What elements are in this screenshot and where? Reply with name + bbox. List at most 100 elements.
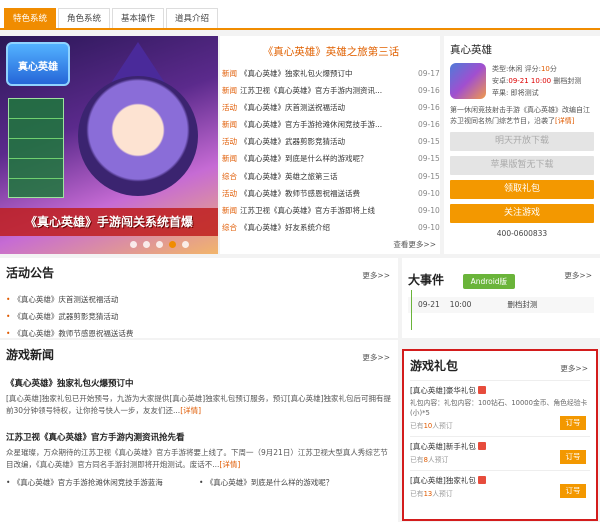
gift-icon: [477, 386, 486, 394]
banner-level-menu-art: [8, 98, 64, 198]
list-item[interactable]: • 《真心英雄》庆首测送祝福活动: [6, 291, 202, 308]
gift-row: [真心英雄]独家礼包 已有13人预订 订号: [410, 470, 590, 498]
news-article-title[interactable]: 《真心英雄》独家礼包火爆预订中: [6, 377, 392, 389]
big-event-more-link[interactable]: 更多>>: [564, 270, 592, 281]
tab-characters[interactable]: 角色系统: [58, 8, 111, 28]
list-item[interactable]: • 《真心英雄》官方手游抢滩休闲竞技手游蓝海: [6, 477, 199, 488]
gift-row: [真心英雄]新手礼包 已有8人预订 订号: [410, 436, 590, 464]
tab-bar: 特色系统 角色系统 基本操作 道具介绍: [4, 8, 220, 28]
news-title[interactable]: 《真心英雄》官方手游抢滩休闲竞技手游...: [240, 116, 418, 133]
tab-basic-ops[interactable]: 基本操作: [112, 8, 165, 28]
claim-gift-button[interactable]: 领取礼包: [450, 180, 594, 199]
game-title: 真心英雄: [450, 44, 492, 56]
game-news-more-link[interactable]: 更多>>: [362, 352, 390, 363]
news-date: 09-15: [418, 171, 440, 181]
news-row[interactable]: 活动 《真心英雄》庆首测送祝福活动 09-16: [222, 99, 440, 116]
reserve-button[interactable]: 订号: [560, 416, 586, 430]
tab-items[interactable]: 道具介绍: [166, 8, 219, 28]
news-row[interactable]: 新闻 《真心英雄》官方手游抢滩休闲竞技手游... 09-16: [222, 116, 440, 133]
news-date: 09-16: [418, 103, 440, 113]
news-title[interactable]: 《真心英雄》独家礼包火爆预订中: [240, 65, 418, 82]
game-description: 第一休闲竞技射击手游《真心英雄》改编自江苏卫视同名热门综艺节目，沿袭了[详情]: [450, 106, 590, 125]
gift-icon: [477, 476, 486, 484]
top-nav: 特色系统 角色系统 基本操作 道具介绍: [0, 0, 600, 30]
news-date: 09-10: [418, 222, 440, 232]
news-title[interactable]: 江苏卫视《真心英雄》官方手游内测资讯...: [240, 82, 418, 99]
news-category: 综合: [222, 222, 237, 232]
news-title[interactable]: 《真心英雄》到底是什么样的游戏呢？: [240, 150, 418, 167]
news-row[interactable]: 新闻 《真心英雄》独家礼包火爆预订中 09-17: [222, 65, 440, 82]
news-article-summary: [真心英雄]独家礼包已开始预号，九游为大家提供[真心英雄]独家礼包预订服务，预订…: [6, 394, 392, 415]
news-row[interactable]: 新闻 江苏卫视《真心英雄》官方手游内测资讯... 09-16: [222, 82, 440, 99]
news-category: 新闻: [222, 69, 237, 78]
news-article-title[interactable]: 江苏卫视《真心英雄》官方手游内测资讯抢先看: [6, 431, 392, 443]
news-list-panel: 《真心英雄》英雄之旅第三话 新闻 《真心英雄》独家礼包火爆预订中 09-17 新闻 江苏…: [220, 36, 440, 254]
event-row: 09-21 10:00 删档封测: [408, 297, 594, 313]
carousel-dot[interactable]: [130, 241, 137, 248]
news-date: 09-16: [418, 86, 440, 96]
news-category: 新闻: [222, 120, 237, 130]
news-title[interactable]: 《真心英雄》教师节感恩祝福送话费: [240, 185, 418, 202]
big-event-title: 大事件: [408, 273, 445, 287]
news-category: 活动: [222, 188, 237, 198]
game-news-title: 游戏新闻: [6, 348, 55, 362]
carousel-dot[interactable]: [156, 241, 163, 248]
news-date: 09-15: [418, 154, 440, 164]
news-title[interactable]: 《真心英雄》庆首测送祝福活动: [240, 99, 418, 116]
wizard-character-art: [78, 76, 198, 196]
game-info-panel: 真心英雄 类型:休闲 评分:10分 安卓:09-21 10:00 删档封测 苹果…: [444, 36, 600, 254]
news-title[interactable]: 《真心英雄》英雄之旅第三话: [240, 168, 418, 185]
activity-title: 活动公告: [6, 266, 55, 280]
detail-link[interactable]: [详情]: [219, 460, 240, 469]
android-download-button[interactable]: 明天开放下载: [450, 132, 594, 151]
news-row[interactable]: 新闻 江苏卫视《真心英雄》官方手游即将上线 09-10: [222, 202, 440, 219]
news-row[interactable]: 活动 《真心英雄》教师节感恩祝福送话费 09-10: [222, 185, 440, 202]
news-title[interactable]: 《真心英雄》武器剪影竞猜活动: [240, 133, 418, 150]
list-item[interactable]: • 《真心英雄》到底是什么样的游戏呢？: [199, 477, 392, 488]
news-date: 09-16: [418, 120, 440, 130]
reserve-button[interactable]: 订号: [560, 450, 586, 464]
news-title[interactable]: 《真心英雄》好友系统介绍: [240, 219, 418, 236]
game-logo: 真心英雄: [6, 42, 70, 86]
gift-icon: [477, 442, 486, 450]
gift-more-link[interactable]: 更多>>: [560, 363, 588, 374]
big-event-panel: 大事件 更多>> Android版 09-21 10:00 删档封测: [402, 258, 600, 338]
news-category: 新闻: [222, 205, 237, 215]
news-headline[interactable]: 《真心英雄》英雄之旅第三话: [222, 44, 440, 59]
news-date: 09-10: [418, 205, 440, 215]
gift-row: [真心英雄]豪华礼包 礼包内容：礼包内容：100钻石、10000金币、角色经验卡…: [410, 380, 590, 430]
list-item[interactable]: • 《真心英雄》武器剪影竞猜活动: [6, 308, 202, 325]
tab-features[interactable]: 特色系统: [4, 8, 57, 28]
carousel-dot-active[interactable]: [169, 241, 176, 248]
activity-more-link[interactable]: 更多>>: [362, 270, 390, 281]
news-date: 09-15: [418, 137, 440, 147]
banner-title: 《真心英雄》手游闯关系统首爆: [0, 208, 218, 236]
game-detail-link[interactable]: [详情]: [555, 117, 574, 125]
news-row[interactable]: 新闻 《真心英雄》到底是什么样的游戏呢？ 09-15: [222, 150, 440, 167]
detail-link[interactable]: [详情]: [180, 406, 201, 415]
news-category: 活动: [222, 137, 237, 147]
reserve-button[interactable]: 订号: [560, 484, 586, 498]
news-row[interactable]: 综合 《真心英雄》英雄之旅第三话 09-15: [222, 168, 440, 185]
carousel-dot[interactable]: [143, 241, 150, 248]
game-news-panel: 游戏新闻 更多>> 《真心英雄》独家礼包火爆预订中 [真心英雄]独家礼包已开始预…: [0, 340, 398, 522]
news-category: 新闻: [222, 86, 237, 96]
carousel-dots: [130, 241, 195, 248]
game-meta: 类型:休闲 评分:10分 安卓:09-21 10:00 删档封测 苹果: 即将测…: [492, 65, 582, 97]
follow-game-button[interactable]: 关注游戏: [450, 204, 594, 223]
news-more-link[interactable]: 查看更多>>: [393, 239, 436, 250]
news-title[interactable]: 江苏卫视《真心英雄》官方手游即将上线: [240, 202, 418, 219]
carousel-dot[interactable]: [182, 241, 189, 248]
news-row[interactable]: 活动 《真心英雄》武器剪影竞猜活动 09-15: [222, 133, 440, 150]
ios-download-button[interactable]: 苹果版暂无下载: [450, 156, 594, 175]
news-row[interactable]: 综合 《真心英雄》好友系统介绍 09-10: [222, 219, 440, 236]
hotline: 400-0600833: [496, 229, 548, 238]
hero-banner[interactable]: 真心英雄 《真心英雄》手游闯关系统首爆: [0, 36, 218, 254]
gift-title: 游戏礼包: [410, 359, 459, 373]
news-date: 09-17: [418, 69, 440, 78]
news-category: 活动: [222, 103, 237, 113]
news-date: 09-10: [418, 188, 440, 198]
activity-panel: 活动公告 更多>> • 《真心英雄》庆首测送祝福活动 • 《真心英雄》武器剪影竞猜活…: [0, 258, 398, 338]
gift-panel: 游戏礼包 更多>> [真心英雄]豪华礼包 礼包内容：礼包内容：100钻石、100…: [402, 349, 598, 521]
news-article-summary: 众星璀璨，万众期待的江苏卫视《真心英雄》官方手游将要上线了。下周一（9月21日）…: [6, 448, 388, 469]
